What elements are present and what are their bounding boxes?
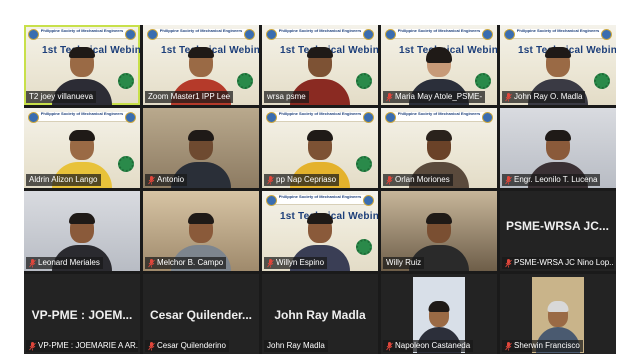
video-tile-john-ray-madla[interactable]: John Ray Madla John Ray Madla xyxy=(262,274,378,354)
chapter-logo-icon xyxy=(482,112,493,123)
participant-name: Willy Ruiz xyxy=(383,257,425,269)
participant-name: pp Nap Cepriaso xyxy=(264,174,340,186)
gear-icon xyxy=(356,239,372,255)
participant-name: John Ray Madla xyxy=(264,340,328,352)
video-tile-aldrin[interactable]: Philippine Society of Mechanical Enginee… xyxy=(24,108,140,188)
mic-muted-icon xyxy=(148,175,155,185)
zoom-screenshot: Philippine Society of Mechanical Enginee… xyxy=(0,0,624,354)
video-tile-joey[interactable]: Philippine Society of Mechanical Enginee… xyxy=(24,25,140,105)
participant-name: Aldrin Alizon Lango xyxy=(26,174,101,186)
video-tile-nap-cepriaso[interactable]: Philippine Society of Mechanical Enginee… xyxy=(262,108,378,188)
chapter-logo-icon xyxy=(482,29,493,40)
chapter-logo-icon xyxy=(601,29,612,40)
chapter-logo-icon xyxy=(125,29,136,40)
gear-icon xyxy=(237,73,253,89)
participant-name: Engr. Leonilo T. Lucena xyxy=(502,174,601,186)
participant-name: Antonio xyxy=(145,174,188,186)
participant-name: Orlan Moriones xyxy=(383,174,453,186)
participant-name: John Ray O. Madla xyxy=(502,91,586,103)
mic-muted-icon xyxy=(267,258,274,268)
participant-display-name: John Ray Madla xyxy=(274,308,366,322)
video-tile-melchor[interactable]: Melchor B. Campo xyxy=(143,191,259,271)
chapter-logo-icon xyxy=(244,29,255,40)
participant-name: Cesar Quilenderino xyxy=(145,340,229,352)
participant-display-name: VP-PME : JOEM... xyxy=(31,308,133,322)
participant-name: Zoom Master1 IPP Lee xyxy=(145,91,234,103)
gear-icon xyxy=(118,156,134,172)
org-name: Philippine Society of Mechanical Enginee… xyxy=(40,111,124,116)
chapter-logo-icon xyxy=(125,112,136,123)
mic-muted-icon xyxy=(386,175,393,185)
video-tile-john-ray-o[interactable]: Philippine Society of Mechanical Enginee… xyxy=(500,25,616,105)
org-name: Philippine Society of Mechanical Enginee… xyxy=(278,111,362,116)
chapter-logo-icon xyxy=(363,195,374,206)
gear-icon xyxy=(356,73,372,89)
video-tile-orlan[interactable]: Philippine Society of Mechanical Enginee… xyxy=(381,108,497,188)
video-tile-zoom-master[interactable]: Philippine Society of Mechanical Enginee… xyxy=(143,25,259,105)
mic-muted-icon xyxy=(386,341,393,351)
video-tile-wrsa-psme[interactable]: Philippine Society of Mechanical Enginee… xyxy=(262,25,378,105)
participant-display-name: Cesar Quilender... xyxy=(149,308,253,322)
org-name: Philippine Society of Mechanical Enginee… xyxy=(397,28,481,33)
mic-muted-icon xyxy=(148,341,155,351)
participant-name: Sherwin Francisco xyxy=(502,340,583,352)
org-name: Philippine Society of Mechanical Enginee… xyxy=(516,28,600,33)
video-tile-psme-wrsa-jc[interactable]: PSME-WRSA JC... PSME-WRSA JC Nino Lop... xyxy=(500,191,616,271)
mic-muted-icon xyxy=(386,92,393,102)
mic-muted-icon xyxy=(29,341,36,351)
gear-icon xyxy=(594,73,610,89)
mic-muted-icon xyxy=(29,258,36,268)
participant-name: Napoleon Castaneda xyxy=(383,340,474,352)
participant-name: Willyn Espino xyxy=(264,257,328,269)
mic-muted-icon xyxy=(505,341,512,351)
gallery-view: Philippine Society of Mechanical Enginee… xyxy=(24,25,616,354)
mic-muted-icon xyxy=(148,258,155,268)
video-tile-maria-may[interactable]: Philippine Society of Mechanical Enginee… xyxy=(381,25,497,105)
video-tile-antonio[interactable]: Antonio xyxy=(143,108,259,188)
video-tile-willyn[interactable]: Philippine Society of Mechanical Enginee… xyxy=(262,191,378,271)
gear-icon xyxy=(356,156,372,172)
org-name: Philippine Society of Mechanical Enginee… xyxy=(40,28,124,33)
org-name: Philippine Society of Mechanical Enginee… xyxy=(397,111,481,116)
gear-icon xyxy=(475,73,491,89)
video-tile-napoleon[interactable]: Napoleon Castaneda xyxy=(381,274,497,354)
participant-name: Leonard Meriales xyxy=(26,257,103,269)
participant-name: Maria May Atole_PSME- xyxy=(383,91,486,103)
mic-muted-icon xyxy=(505,92,512,102)
chapter-logo-icon xyxy=(363,112,374,123)
video-tile-leonilo[interactable]: Engr. Leonilo T. Lucena xyxy=(500,108,616,188)
video-tile-cesar[interactable]: Cesar Quilender... Cesar Quilenderino xyxy=(143,274,259,354)
mic-muted-icon xyxy=(505,175,512,185)
participant-name: wrsa psme xyxy=(264,91,309,103)
participant-name: Melchor B. Campo xyxy=(145,257,227,269)
video-tile-vp-pme[interactable]: VP-PME : JOEM... VP-PME : JOEMARIE A AR.… xyxy=(24,274,140,354)
gear-icon xyxy=(118,73,134,89)
participant-display-name: PSME-WRSA JC... xyxy=(506,219,609,233)
video-tile-leonard[interactable]: Leonard Meriales xyxy=(24,191,140,271)
chapter-logo-icon xyxy=(363,29,374,40)
video-tile-willy-ruiz[interactable]: Willy Ruiz xyxy=(381,191,497,271)
mic-muted-icon xyxy=(267,175,274,185)
video-tile-sherwin[interactable]: Sherwin Francisco xyxy=(500,274,616,354)
participant-name: T2 joey villanueva xyxy=(26,91,97,103)
org-name: Philippine Society of Mechanical Enginee… xyxy=(159,28,243,33)
participant-name: VP-PME : JOEMARIE A AR... xyxy=(26,340,138,352)
org-name: Philippine Society of Mechanical Enginee… xyxy=(278,28,362,33)
participant-name: PSME-WRSA JC Nino Lop... xyxy=(502,257,614,269)
org-name: Philippine Society of Mechanical Enginee… xyxy=(278,194,362,199)
mic-muted-icon xyxy=(505,258,512,268)
